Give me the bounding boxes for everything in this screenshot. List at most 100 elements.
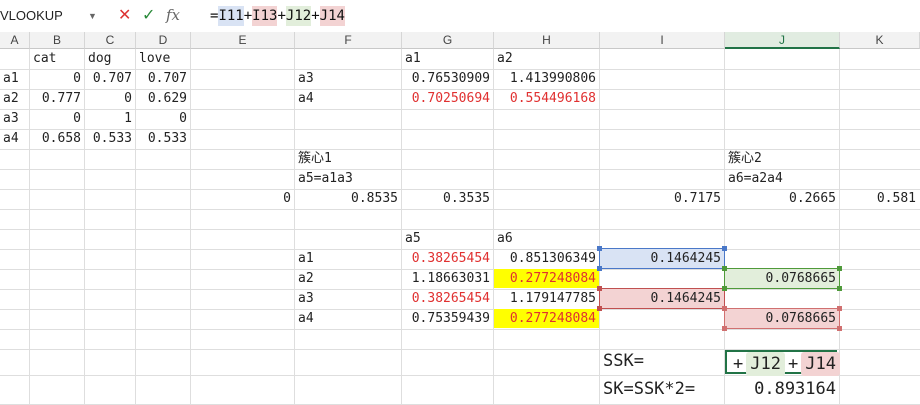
formula-operator: = <box>210 8 219 24</box>
grid-hline <box>0 329 920 330</box>
cell-h14[interactable]: 0.277248084 <box>494 309 599 328</box>
cell-h2[interactable]: a2 <box>494 50 599 68</box>
cell-h12[interactable]: 0.277248084 <box>494 269 599 288</box>
column-header-i[interactable]: I <box>600 32 725 49</box>
column-header-d[interactable]: D <box>136 32 191 49</box>
cell-j16-editing[interactable]: + J12 + J14 <box>725 350 840 376</box>
cell-d2[interactable]: love <box>136 50 190 68</box>
range-handle[interactable] <box>722 326 727 331</box>
formula-bar: VLOOKUP ▼ ✕ ✓ fx =I11+I13+J12+J14 <box>0 0 920 33</box>
cell-j8[interactable]: a6=a2a4 <box>725 169 839 188</box>
cell-j7[interactable]: 簇心2 <box>725 149 839 168</box>
cell-f4[interactable]: a4 <box>295 89 401 108</box>
cell-h4[interactable]: 0.554496168 <box>494 89 599 108</box>
name-box[interactable]: VLOOKUP ▼ <box>0 6 100 26</box>
grid-vline <box>190 49 191 405</box>
column-header-c[interactable]: C <box>85 32 136 49</box>
range-handle[interactable] <box>722 266 727 271</box>
formula-operator: + <box>787 354 799 374</box>
cell-i17[interactable]: SK=SSK*2= <box>600 375 724 404</box>
insert-function-button[interactable]: fx <box>166 4 180 26</box>
cell-h3[interactable]: 1.413990806 <box>494 69 599 88</box>
cell-f3[interactable]: a3 <box>295 69 401 88</box>
range-handle[interactable] <box>597 306 602 311</box>
cell-c5[interactable]: 1 <box>85 109 135 128</box>
cell-c4[interactable]: 0 <box>85 89 135 108</box>
cell-a3[interactable]: a1 <box>0 69 29 88</box>
cell-a6[interactable]: a4 <box>0 129 29 148</box>
cell-d4[interactable]: 0.629 <box>136 89 190 108</box>
column-header-h[interactable]: H <box>494 32 600 49</box>
name-box-dropdown-icon[interactable]: ▼ <box>88 6 97 26</box>
name-box-value: VLOOKUP <box>0 8 63 23</box>
cell-f9[interactable]: 0.8535 <box>295 189 401 208</box>
cell-a4[interactable]: a2 <box>0 89 29 108</box>
range-handle[interactable] <box>722 246 727 251</box>
cell-j17[interactable]: 0.893164 <box>725 375 839 404</box>
formula-ref-j12: J12 <box>285 6 312 26</box>
cell-h10[interactable]: a6 <box>494 229 599 248</box>
cell-c3[interactable]: 0.707 <box>85 69 135 88</box>
cell-i9[interactable]: 0.7175 <box>600 189 724 208</box>
range-handle[interactable] <box>597 246 602 251</box>
cell-f12[interactable]: a2 <box>295 269 401 288</box>
column-header-b[interactable]: B <box>30 32 85 49</box>
column-header-a[interactable]: A <box>0 32 30 49</box>
column-header-g[interactable]: G <box>402 32 494 49</box>
column-header-e[interactable]: E <box>191 32 295 49</box>
cell-k9[interactable]: 0.581 <box>840 189 919 208</box>
cell-g2[interactable]: a1 <box>402 50 493 68</box>
cell-f11[interactable]: a1 <box>295 249 401 268</box>
cell-j9[interactable]: 0.2665 <box>725 189 839 208</box>
cell-f8[interactable]: a5=a1a3 <box>295 169 401 188</box>
cell-f13[interactable]: a3 <box>295 289 401 308</box>
cell-g9[interactable]: 0.3535 <box>402 189 493 208</box>
column-header-f[interactable]: F <box>295 32 402 49</box>
cell-i16[interactable]: SSK= <box>600 349 724 374</box>
cell-d6[interactable]: 0.533 <box>136 129 190 148</box>
cell-g14[interactable]: 0.75359439 <box>402 309 493 328</box>
formula-ref-i13: I13 <box>252 6 278 26</box>
range-handle[interactable] <box>837 326 842 331</box>
range-handle[interactable] <box>597 286 602 291</box>
cell-g4[interactable]: 0.70250694 <box>402 89 493 108</box>
cell-h11[interactable]: 0.851306349 <box>494 249 599 268</box>
formula-operator: + <box>311 8 320 24</box>
cell-b5[interactable]: 0 <box>30 109 84 128</box>
cell-g3[interactable]: 0.76530909 <box>402 69 493 88</box>
cell-g12[interactable]: 1.18663031 <box>402 269 493 288</box>
cell-d3[interactable]: 0.707 <box>136 69 190 88</box>
ref-border-i13 <box>599 288 725 309</box>
formula-input[interactable]: =I11+I13+J12+J14 <box>210 6 345 26</box>
cell-c2[interactable]: dog <box>85 50 135 68</box>
range-handle[interactable] <box>722 306 727 311</box>
range-handle[interactable] <box>837 266 842 271</box>
cell-f7[interactable]: 簇心1 <box>295 149 401 168</box>
cell-c6[interactable]: 0.533 <box>85 129 135 148</box>
column-header-j[interactable]: J <box>725 32 840 49</box>
range-handle[interactable] <box>597 266 602 271</box>
grid-hline <box>0 209 920 210</box>
ref-border-j14 <box>724 308 840 329</box>
cell-d5[interactable]: 0 <box>136 109 190 128</box>
formula-operator: + <box>243 8 253 24</box>
range-handle[interactable] <box>837 286 842 291</box>
range-handle[interactable] <box>837 306 842 311</box>
cell-h13[interactable]: 1.179147785 <box>494 289 599 308</box>
cell-g10[interactable]: a5 <box>402 229 493 248</box>
cell-f14[interactable]: a4 <box>295 309 401 328</box>
cancel-formula-button[interactable]: ✕ <box>118 4 131 26</box>
cell-b6[interactable]: 0.658 <box>30 129 84 148</box>
cell-e9[interactable]: 0 <box>191 189 294 208</box>
cell-b2[interactable]: cat <box>30 50 84 68</box>
cell-b4[interactable]: 0.777 <box>30 89 84 108</box>
ref-pill-j14: J14 <box>801 352 840 376</box>
cell-b3[interactable]: 0 <box>30 69 84 88</box>
column-header-k[interactable]: K <box>840 32 920 49</box>
range-handle[interactable] <box>722 286 727 291</box>
cell-g11[interactable]: 0.38265454 <box>402 249 493 268</box>
enter-formula-button[interactable]: ✓ <box>142 4 155 26</box>
cell-g13[interactable]: 0.38265454 <box>402 289 493 308</box>
formula-operator: + <box>733 354 744 374</box>
cell-a5[interactable]: a3 <box>0 109 29 128</box>
